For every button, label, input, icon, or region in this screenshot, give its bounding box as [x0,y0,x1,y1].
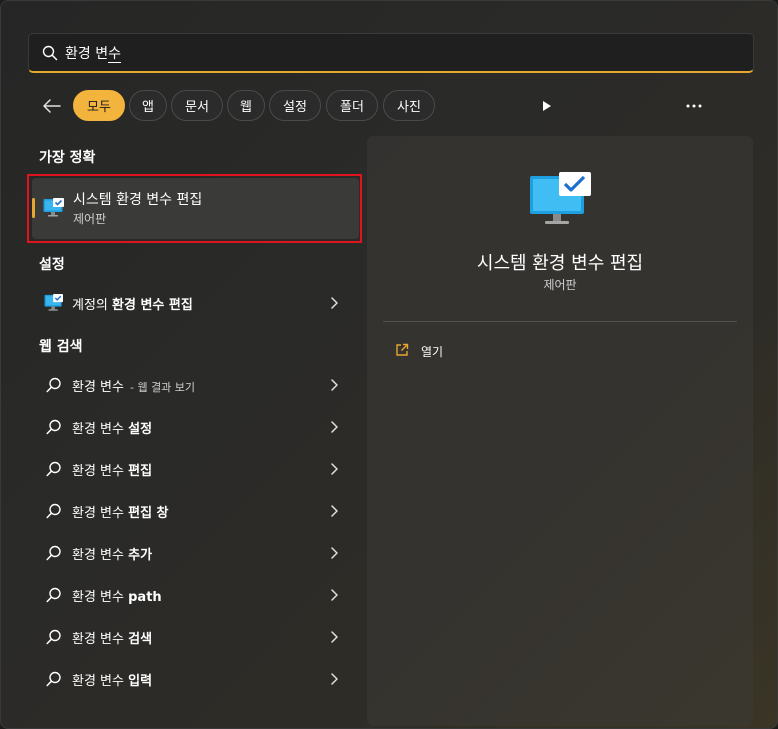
back-button[interactable] [37,90,67,122]
web-item-label: 환경 변수 설정 [72,421,153,437]
chevron-right-icon [329,629,339,645]
chevron-right-icon [329,587,339,603]
section-best-match: 가장 정확 [39,150,96,166]
preview-divider [383,321,737,322]
search-input[interactable]: 환경 변수 [65,43,121,63]
more-options-button[interactable] [680,94,708,118]
filter-bar: 모두 앱 문서 웹 설정 폴더 사진 [37,90,727,122]
more-dots-icon [686,104,702,108]
preview-title: 시스템 환경 변수 편집 [476,253,644,274]
system-properties-icon [43,198,65,218]
chevron-right-icon [329,295,339,311]
best-match-subtitle: 제어판 [73,212,107,226]
section-settings: 설정 [39,257,65,273]
filter-apps[interactable]: 앱 [129,90,167,121]
search-icon [44,417,64,437]
filter-settings[interactable]: 설정 [269,90,321,121]
search-icon [44,585,64,605]
search-icon [44,375,64,395]
web-item-label: 환경 변수 편집 창 [72,505,169,521]
arrow-left-icon [43,99,61,113]
chevron-right-icon [329,503,339,519]
web-item[interactable]: 환경 변수 편집 [32,449,359,489]
filter-photos[interactable]: 사진 [383,90,435,121]
web-item[interactable]: 환경 변수 입력 [32,659,359,699]
filter-web[interactable]: 웹 [227,90,265,121]
search-icon [44,669,64,689]
selection-indicator [32,198,35,218]
web-item[interactable]: 환경 변수 설정 [32,407,359,447]
web-item[interactable]: 환경 변수 검색 [32,617,359,657]
search-icon [44,543,64,563]
open-external-icon [395,342,409,361]
web-item-label: 환경 변수 - 웹 결과 보기 [72,379,196,395]
filter-all[interactable]: 모두 [73,90,125,121]
settings-item-label: 계정의 환경 변수 편집 [72,297,193,313]
filter-folders[interactable]: 폴더 [326,90,378,121]
web-item-label: 환경 변수 입력 [72,673,153,689]
open-action-label: 열기 [421,344,444,359]
search-icon [42,45,58,61]
web-item-label: 환경 변수 검색 [72,631,153,647]
chevron-right-icon [329,671,339,687]
chevron-right-icon [329,419,339,435]
system-properties-icon [529,172,593,228]
search-box[interactable]: 환경 변수 [28,33,754,73]
start-search-panel: 환경 변수 모두 앱 문서 웹 설정 폴더 사진 가장 정확 시스템 환경 변수… [0,0,778,729]
chevron-right-icon [329,545,339,561]
web-item[interactable]: 환경 변수 - 웹 결과 보기 [32,365,359,405]
web-item[interactable]: 환경 변수 path [32,575,359,615]
section-web-search: 웹 검색 [39,339,83,355]
system-properties-icon [44,293,64,313]
open-action[interactable]: 열기 [395,341,443,361]
chevron-right-icon [329,377,339,393]
web-item[interactable]: 환경 변수 편집 창 [32,491,359,531]
search-icon [44,627,64,647]
best-match-item[interactable]: 시스템 환경 변수 편집 제어판 [32,178,359,239]
play-icon [543,101,551,111]
chevron-right-icon [329,461,339,477]
filter-documents[interactable]: 문서 [171,90,223,121]
preview-subtitle: 제어판 [543,278,577,292]
search-icon [44,459,64,479]
web-item[interactable]: 환경 변수 추가 [32,533,359,573]
more-filters-button[interactable] [535,94,559,118]
search-icon [44,501,64,521]
preview-pane: 시스템 환경 변수 편집 제어판 열기 [367,136,753,726]
web-item-label: 환경 변수 path [72,589,162,605]
settings-item[interactable]: 계정의 환경 변수 편집 [32,283,359,323]
web-item-label: 환경 변수 추가 [72,547,153,563]
best-match-title: 시스템 환경 변수 편집 [73,192,203,208]
web-item-label: 환경 변수 편집 [72,463,153,479]
